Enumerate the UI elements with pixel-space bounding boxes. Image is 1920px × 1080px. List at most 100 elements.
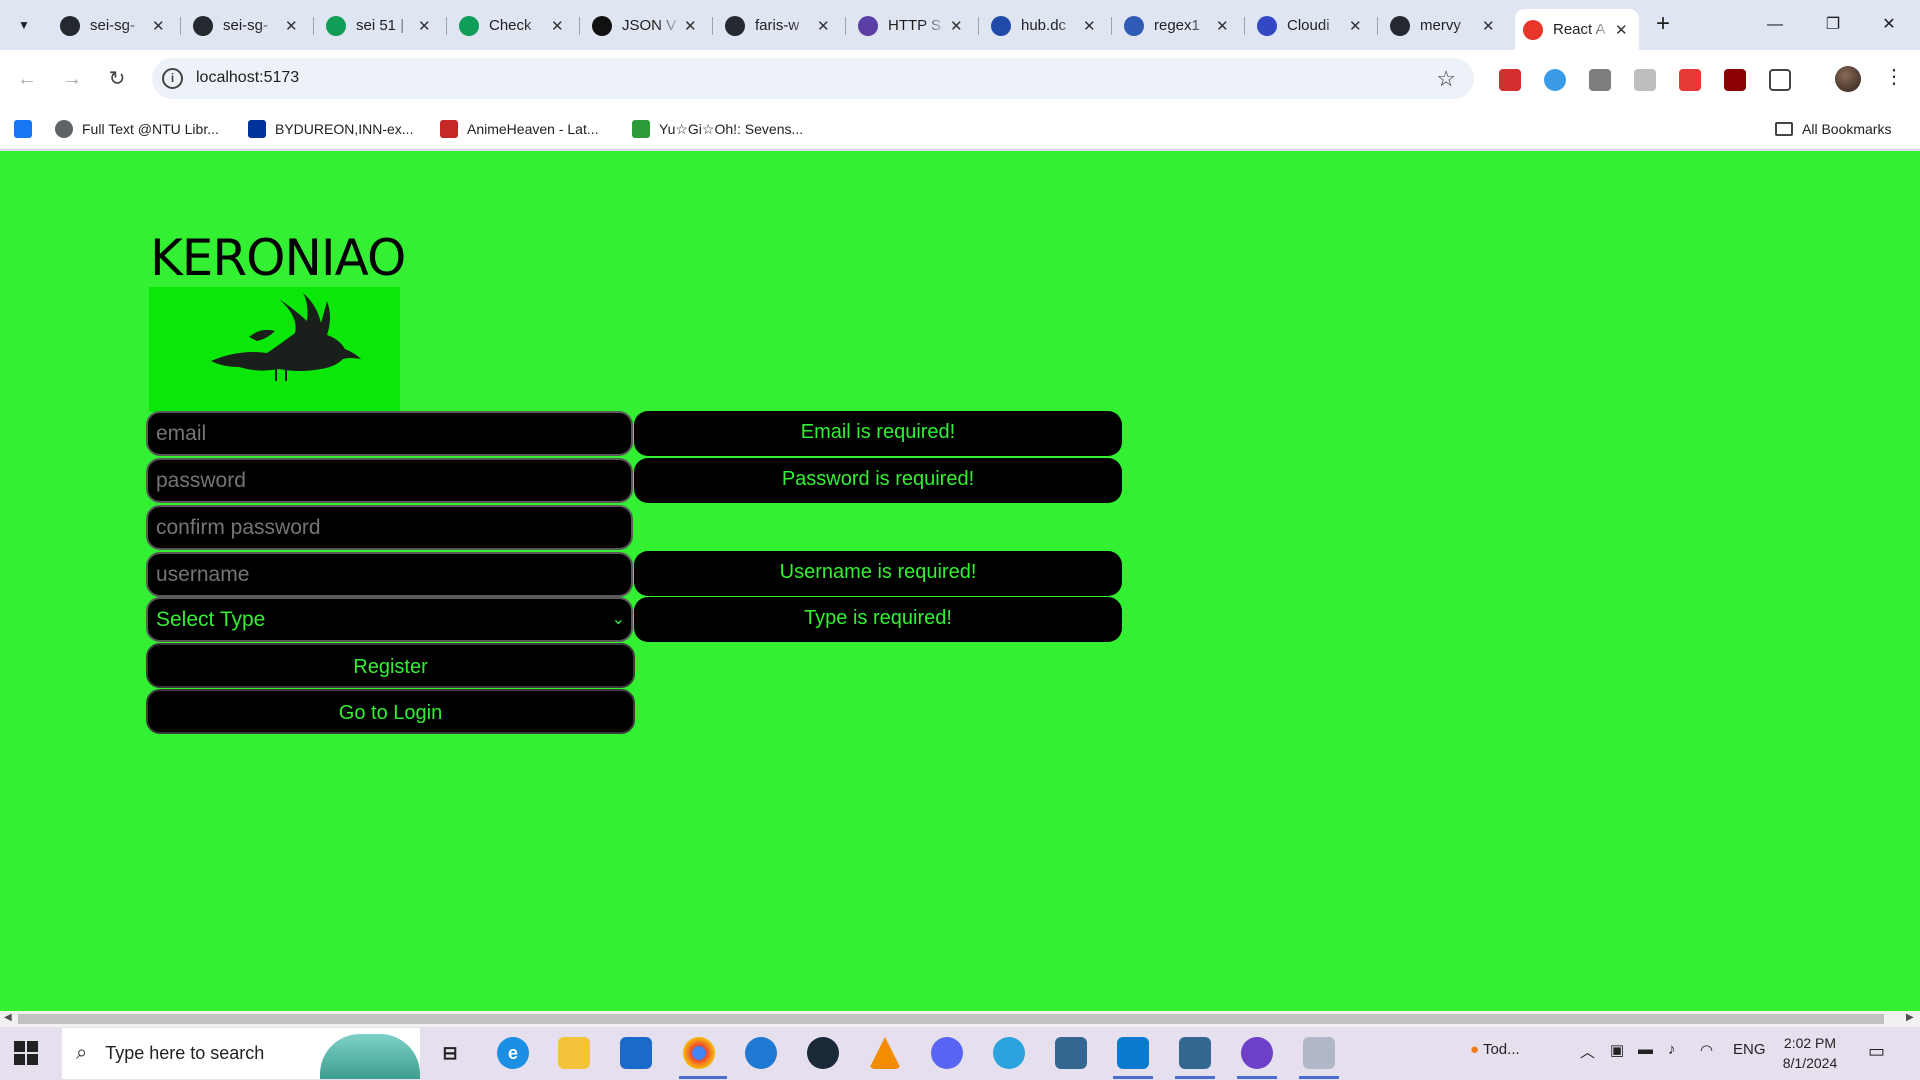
browser-tab[interactable]: HTTP S ✕ (850, 9, 974, 42)
close-tab-icon[interactable]: ✕ (1213, 17, 1233, 35)
scroll-right-arrow-icon[interactable]: ▶ (1906, 1012, 1914, 1023)
browser-tab[interactable]: mervy ✕ (1382, 9, 1506, 42)
tab-search-chevron-icon[interactable]: ▼ (10, 12, 38, 38)
tab-title: HTTP S (888, 17, 942, 34)
tab-separator (446, 17, 447, 35)
type-select-field[interactable]: Select Type ⌄ (146, 597, 633, 642)
site-info-icon[interactable]: i (162, 68, 183, 89)
all-bookmarks-button[interactable]: All Bookmarks (1775, 117, 1891, 141)
search-highlight-image (320, 1034, 420, 1079)
extension-translate-icon[interactable] (1634, 69, 1656, 91)
close-tab-icon[interactable]: ✕ (947, 17, 967, 35)
scrollbar-thumb[interactable] (18, 1014, 1884, 1024)
close-tab-icon[interactable]: ✕ (681, 17, 701, 35)
browser-menu-icon[interactable]: ⋮ (1884, 64, 1904, 89)
extension-pocket-icon[interactable] (1679, 69, 1701, 91)
close-tab-icon[interactable]: ✕ (282, 17, 302, 35)
close-tab-icon[interactable]: ✕ (1479, 17, 1499, 35)
volume-icon[interactable]: ♪ (1668, 1041, 1676, 1058)
browser-tab[interactable]: Check ✕ (451, 9, 575, 42)
close-tab-icon[interactable]: ✕ (415, 17, 435, 35)
confirm-password-field[interactable] (146, 505, 633, 550)
extension-chat-icon[interactable] (1589, 69, 1611, 91)
browser-tab[interactable]: JSON V ✕ (584, 9, 708, 42)
close-tab-icon[interactable]: ✕ (814, 17, 834, 35)
username-input[interactable] (148, 554, 631, 595)
notifications-icon[interactable]: ▭ (1868, 1041, 1885, 1062)
reload-button[interactable]: ↻ (103, 65, 131, 93)
extension-cloud-icon[interactable] (1544, 69, 1566, 91)
forward-button[interactable]: → (58, 65, 86, 93)
new-tab-button[interactable]: + (1650, 12, 1676, 38)
bookmark-item[interactable]: AnimeHeaven - Lat... (440, 117, 599, 141)
close-tab-icon[interactable]: ✕ (1346, 17, 1366, 35)
password-input[interactable] (148, 460, 631, 501)
browser-tab[interactable]: hub.dc ✕ (983, 9, 1107, 42)
browser-tab[interactable]: faris-w ✕ (717, 9, 841, 42)
meet-now-icon[interactable]: ▣ (1610, 1041, 1624, 1059)
battery-icon[interactable]: ▬ (1638, 1041, 1653, 1058)
close-tab-icon[interactable]: ✕ (548, 17, 568, 35)
app-title: KERONIAO (150, 229, 406, 287)
paint-icon[interactable] (1303, 1037, 1335, 1069)
restore-button[interactable]: ❐ (1810, 10, 1856, 40)
app-blue-icon[interactable] (745, 1037, 777, 1069)
postgresql-icon[interactable] (1055, 1037, 1087, 1069)
edge-icon[interactable]: e (497, 1037, 529, 1069)
minimize-button[interactable]: — (1752, 10, 1798, 40)
chrome-icon[interactable] (683, 1037, 715, 1069)
close-tab-icon[interactable]: ✕ (1612, 21, 1632, 39)
close-window-button[interactable]: ✕ (1866, 10, 1912, 40)
back-button[interactable]: ← (13, 65, 41, 93)
browser-tab[interactable]: sei 51 | ✕ (318, 9, 442, 42)
taskbar-search-box[interactable]: ⌕ Type here to search (62, 1028, 420, 1079)
vlc-icon[interactable] (869, 1037, 901, 1069)
browser-tab[interactable]: sei-sg- ✕ (185, 9, 309, 42)
ublock-origin-icon[interactable] (1724, 69, 1746, 91)
register-button[interactable]: Register (146, 643, 635, 688)
github-desktop-icon[interactable] (1241, 1037, 1273, 1069)
horizontal-scrollbar[interactable]: ◀ ▶ (0, 1011, 1920, 1027)
browser-tab[interactable]: regex1 ✕ (1116, 9, 1240, 42)
vscode-icon[interactable] (1117, 1037, 1149, 1069)
windows-start-icon[interactable] (14, 1041, 38, 1065)
close-tab-icon[interactable]: ✕ (1080, 17, 1100, 35)
browser-tab[interactable]: React A ✕ (1515, 9, 1639, 50)
password-field[interactable] (146, 458, 633, 503)
file-explorer-icon[interactable] (558, 1037, 590, 1069)
bookmark-item[interactable]: BYDUREON,INN-ex... (248, 117, 413, 141)
extension-video-icon[interactable] (1499, 69, 1521, 91)
profile-avatar[interactable] (1835, 66, 1861, 92)
scroll-left-arrow-icon[interactable]: ◀ (4, 1012, 12, 1023)
email-field[interactable] (146, 411, 633, 456)
email-input[interactable] (148, 413, 631, 454)
steam-icon[interactable] (807, 1037, 839, 1069)
wifi-icon[interactable]: ◠ (1700, 1041, 1713, 1059)
weather-widget[interactable]: ● Tod... (1470, 1041, 1520, 1058)
bookmark-item[interactable] (14, 117, 41, 141)
telegram-icon[interactable] (993, 1037, 1025, 1069)
microsoft-store-icon[interactable] (620, 1037, 652, 1069)
bookmark-star-icon[interactable]: ☆ (1436, 66, 1456, 92)
crow-logo (149, 287, 400, 412)
username-field[interactable] (146, 552, 633, 597)
go-to-login-button[interactable]: Go to Login (146, 689, 635, 734)
close-tab-icon[interactable]: ✕ (149, 17, 169, 35)
browser-tab[interactable]: Cloudi ✕ (1249, 9, 1373, 42)
type-select[interactable]: Select Type (148, 599, 631, 640)
address-bar[interactable]: i localhost:5173 ☆ (152, 58, 1474, 99)
taskbar-clock[interactable]: 2:02 PM 8/1/2024 (1760, 1033, 1860, 1073)
task-view-icon[interactable]: ⊟ (434, 1037, 466, 1069)
show-hidden-icons-chevron-icon[interactable]: ︿ (1580, 1041, 1595, 1062)
url-text[interactable]: localhost:5173 (196, 69, 299, 87)
discord-icon[interactable] (931, 1037, 963, 1069)
extensions-puzzle-icon[interactable] (1769, 69, 1791, 91)
pgadmin-icon[interactable] (1179, 1037, 1211, 1069)
bookmark-item[interactable]: Yu☆Gi☆Oh!: Sevens... (632, 117, 803, 141)
tab-title: hub.dc (1021, 17, 1067, 34)
confirm-password-input[interactable] (148, 507, 631, 548)
bookmark-item[interactable]: Full Text @NTU Libr... (55, 117, 219, 141)
vscode-active-indicator (1113, 1076, 1153, 1079)
browser-tab[interactable]: sei-sg- ✕ (52, 9, 176, 42)
github-icon (1390, 15, 1410, 36)
